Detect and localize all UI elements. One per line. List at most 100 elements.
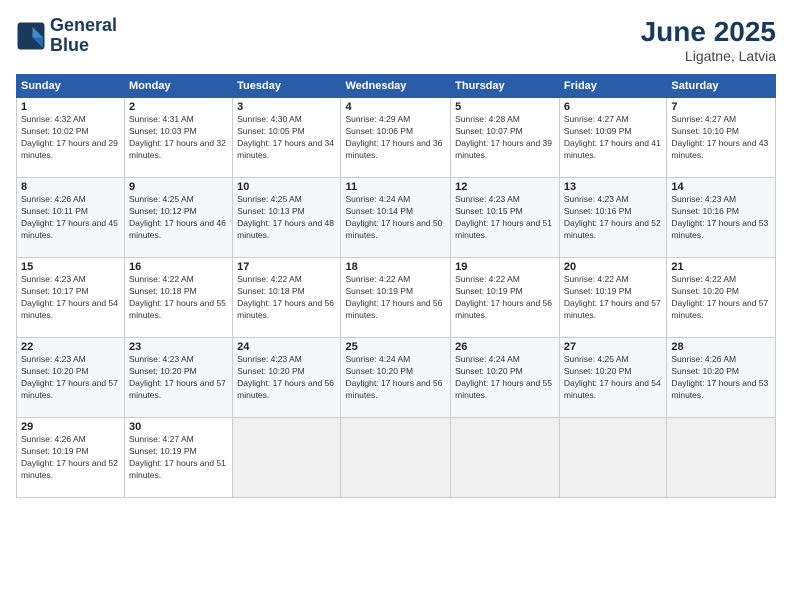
table-row: 17 Sunrise: 4:22 AM Sunset: 10:18 PM Day… [233, 258, 341, 338]
col-saturday: Saturday [667, 75, 776, 98]
day-number: 9 [129, 181, 228, 193]
page: General Blue June 2025 Ligatne, Latvia S… [0, 0, 792, 612]
day-number: 12 [455, 181, 555, 193]
day-number: 23 [129, 341, 228, 353]
day-detail: Sunrise: 4:28 AM Sunset: 10:07 PM Daylig… [455, 114, 555, 162]
day-number: 5 [455, 101, 555, 113]
day-detail: Sunrise: 4:26 AM Sunset: 10:11 PM Daylig… [21, 194, 120, 242]
table-row: 11 Sunrise: 4:24 AM Sunset: 10:14 PM Day… [341, 178, 451, 258]
day-detail: Sunrise: 4:24 AM Sunset: 10:14 PM Daylig… [345, 194, 446, 242]
day-number: 14 [671, 181, 771, 193]
table-row: 13 Sunrise: 4:23 AM Sunset: 10:16 PM Day… [559, 178, 666, 258]
table-row: 5 Sunrise: 4:28 AM Sunset: 10:07 PM Dayl… [451, 98, 560, 178]
day-number: 1 [21, 101, 120, 113]
day-detail: Sunrise: 4:22 AM Sunset: 10:19 PM Daylig… [455, 274, 555, 322]
day-detail: Sunrise: 4:25 AM Sunset: 10:13 PM Daylig… [237, 194, 336, 242]
day-number: 18 [345, 261, 446, 273]
day-number: 24 [237, 341, 336, 353]
day-number: 17 [237, 261, 336, 273]
col-thursday: Thursday [451, 75, 560, 98]
day-number: 21 [671, 261, 771, 273]
calendar-row: 22 Sunrise: 4:23 AM Sunset: 10:20 PM Day… [17, 338, 776, 418]
table-row: 4 Sunrise: 4:29 AM Sunset: 10:06 PM Dayl… [341, 98, 451, 178]
table-row: 23 Sunrise: 4:23 AM Sunset: 10:20 PM Day… [125, 338, 233, 418]
col-sunday: Sunday [17, 75, 125, 98]
location-title: Ligatne, Latvia [641, 48, 776, 64]
day-detail: Sunrise: 4:22 AM Sunset: 10:18 PM Daylig… [129, 274, 228, 322]
logo: General Blue [16, 16, 117, 56]
day-number: 15 [21, 261, 120, 273]
day-detail: Sunrise: 4:23 AM Sunset: 10:20 PM Daylig… [237, 354, 336, 402]
day-detail: Sunrise: 4:23 AM Sunset: 10:16 PM Daylig… [564, 194, 662, 242]
day-detail: Sunrise: 4:23 AM Sunset: 10:17 PM Daylig… [21, 274, 120, 322]
calendar-row: 15 Sunrise: 4:23 AM Sunset: 10:17 PM Day… [17, 258, 776, 338]
day-number: 28 [671, 341, 771, 353]
day-detail: Sunrise: 4:27 AM Sunset: 10:10 PM Daylig… [671, 114, 771, 162]
table-row [667, 418, 776, 498]
day-detail: Sunrise: 4:23 AM Sunset: 10:20 PM Daylig… [21, 354, 120, 402]
day-number: 29 [21, 421, 120, 433]
day-detail: Sunrise: 4:22 AM Sunset: 10:20 PM Daylig… [671, 274, 771, 322]
table-row: 9 Sunrise: 4:25 AM Sunset: 10:12 PM Dayl… [125, 178, 233, 258]
day-number: 16 [129, 261, 228, 273]
day-number: 27 [564, 341, 662, 353]
day-detail: Sunrise: 4:23 AM Sunset: 10:20 PM Daylig… [129, 354, 228, 402]
day-number: 10 [237, 181, 336, 193]
day-detail: Sunrise: 4:23 AM Sunset: 10:16 PM Daylig… [671, 194, 771, 242]
day-number: 13 [564, 181, 662, 193]
table-row: 24 Sunrise: 4:23 AM Sunset: 10:20 PM Day… [233, 338, 341, 418]
calendar-table: Sunday Monday Tuesday Wednesday Thursday… [16, 74, 776, 498]
day-detail: Sunrise: 4:23 AM Sunset: 10:15 PM Daylig… [455, 194, 555, 242]
table-row: 20 Sunrise: 4:22 AM Sunset: 10:19 PM Day… [559, 258, 666, 338]
day-number: 7 [671, 101, 771, 113]
table-row: 16 Sunrise: 4:22 AM Sunset: 10:18 PM Day… [125, 258, 233, 338]
calendar-row: 1 Sunrise: 4:32 AM Sunset: 10:02 PM Dayl… [17, 98, 776, 178]
day-number: 30 [129, 421, 228, 433]
table-row: 30 Sunrise: 4:27 AM Sunset: 10:19 PM Day… [125, 418, 233, 498]
table-row: 29 Sunrise: 4:26 AM Sunset: 10:19 PM Day… [17, 418, 125, 498]
table-row: 12 Sunrise: 4:23 AM Sunset: 10:15 PM Day… [451, 178, 560, 258]
day-number: 20 [564, 261, 662, 273]
day-detail: Sunrise: 4:31 AM Sunset: 10:03 PM Daylig… [129, 114, 228, 162]
col-wednesday: Wednesday [341, 75, 451, 98]
title-area: June 2025 Ligatne, Latvia [641, 16, 776, 64]
table-row: 26 Sunrise: 4:24 AM Sunset: 10:20 PM Day… [451, 338, 560, 418]
table-row: 21 Sunrise: 4:22 AM Sunset: 10:20 PM Day… [667, 258, 776, 338]
header-area: General Blue June 2025 Ligatne, Latvia [16, 16, 776, 64]
table-row: 27 Sunrise: 4:25 AM Sunset: 10:20 PM Day… [559, 338, 666, 418]
day-detail: Sunrise: 4:25 AM Sunset: 10:20 PM Daylig… [564, 354, 662, 402]
day-number: 22 [21, 341, 120, 353]
day-detail: Sunrise: 4:22 AM Sunset: 10:19 PM Daylig… [345, 274, 446, 322]
table-row: 14 Sunrise: 4:23 AM Sunset: 10:16 PM Day… [667, 178, 776, 258]
day-number: 4 [345, 101, 446, 113]
month-title: June 2025 [641, 16, 776, 48]
day-number: 3 [237, 101, 336, 113]
logo-text: General Blue [50, 16, 117, 56]
day-detail: Sunrise: 4:29 AM Sunset: 10:06 PM Daylig… [345, 114, 446, 162]
day-number: 11 [345, 181, 446, 193]
table-row: 15 Sunrise: 4:23 AM Sunset: 10:17 PM Day… [17, 258, 125, 338]
table-row: 25 Sunrise: 4:24 AM Sunset: 10:20 PM Day… [341, 338, 451, 418]
logo-line2: Blue [50, 36, 117, 56]
table-row: 7 Sunrise: 4:27 AM Sunset: 10:10 PM Dayl… [667, 98, 776, 178]
day-number: 2 [129, 101, 228, 113]
day-detail: Sunrise: 4:26 AM Sunset: 10:20 PM Daylig… [671, 354, 771, 402]
table-row: 2 Sunrise: 4:31 AM Sunset: 10:03 PM Dayl… [125, 98, 233, 178]
logo-icon [16, 21, 46, 51]
col-friday: Friday [559, 75, 666, 98]
logo-line1: General [50, 16, 117, 36]
table-row: 22 Sunrise: 4:23 AM Sunset: 10:20 PM Day… [17, 338, 125, 418]
day-number: 8 [21, 181, 120, 193]
table-row: 8 Sunrise: 4:26 AM Sunset: 10:11 PM Dayl… [17, 178, 125, 258]
table-row: 6 Sunrise: 4:27 AM Sunset: 10:09 PM Dayl… [559, 98, 666, 178]
table-row: 3 Sunrise: 4:30 AM Sunset: 10:05 PM Dayl… [233, 98, 341, 178]
day-detail: Sunrise: 4:27 AM Sunset: 10:19 PM Daylig… [129, 434, 228, 482]
col-tuesday: Tuesday [233, 75, 341, 98]
day-number: 6 [564, 101, 662, 113]
calendar-row: 8 Sunrise: 4:26 AM Sunset: 10:11 PM Dayl… [17, 178, 776, 258]
table-row [451, 418, 560, 498]
calendar-row: 29 Sunrise: 4:26 AM Sunset: 10:19 PM Day… [17, 418, 776, 498]
table-row: 19 Sunrise: 4:22 AM Sunset: 10:19 PM Day… [451, 258, 560, 338]
day-detail: Sunrise: 4:22 AM Sunset: 10:19 PM Daylig… [564, 274, 662, 322]
header-row: Sunday Monday Tuesday Wednesday Thursday… [17, 75, 776, 98]
